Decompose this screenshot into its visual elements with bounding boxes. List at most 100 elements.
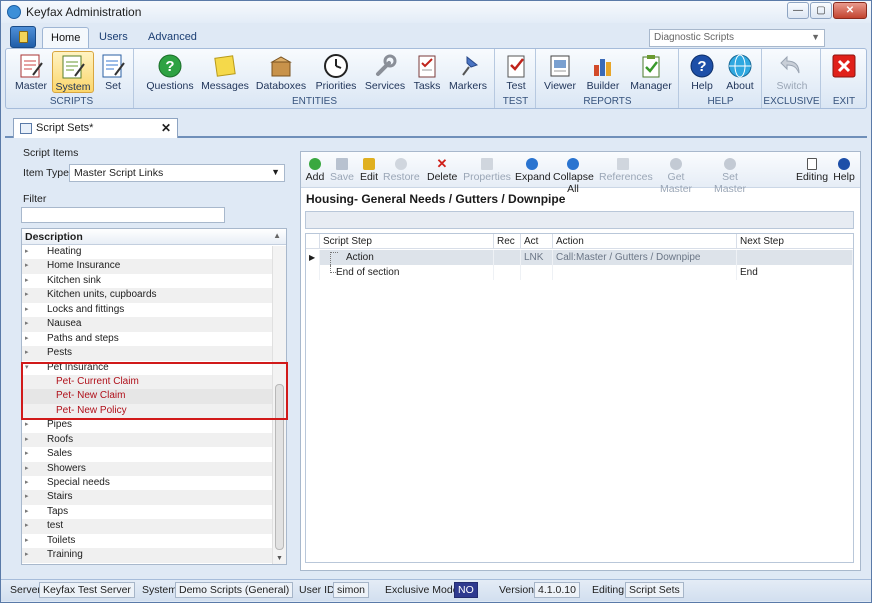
table-row[interactable]: ▶ Action LNK Call:Master / Gutters / Dow… (306, 250, 853, 265)
table-row[interactable]: End of section End (306, 265, 853, 280)
expander-icon[interactable]: ▸ (25, 519, 33, 533)
tree-scrollbar-thumb[interactable] (275, 384, 284, 550)
tab-script-sets[interactable]: Script Sets* ✕ (13, 118, 178, 138)
tree-item[interactable]: ▸ Toilets (22, 534, 286, 548)
expander-icon[interactable]: ▸ (25, 462, 33, 476)
checklist-icon (414, 53, 440, 79)
tab-advanced[interactable]: Advanced (140, 27, 205, 49)
references-button[interactable]: References (599, 158, 653, 186)
system-button[interactable]: System (52, 51, 94, 93)
expander-icon[interactable]: ▸ (25, 418, 33, 432)
tree-item[interactable]: ▸ Showers (22, 461, 286, 476)
minimize-button[interactable]: — (787, 2, 809, 19)
tree-item[interactable]: ▸ Stairs (22, 490, 286, 505)
tree-item[interactable]: ▸ Heating (22, 245, 286, 259)
expander-icon[interactable]: ▸ (25, 433, 33, 447)
tree-item[interactable]: ▸ Roofs (22, 432, 286, 448)
about-button[interactable]: About (722, 51, 758, 93)
delete-button[interactable]: ✕ Delete (427, 157, 457, 186)
add-button[interactable]: Add (304, 158, 326, 186)
tree-child-item[interactable]: Pet- New Claim (22, 389, 286, 404)
tab-users[interactable]: Users (91, 27, 136, 49)
expander-icon[interactable]: ▸ (25, 505, 33, 519)
test-button[interactable]: Test (500, 51, 532, 93)
databoxes-button[interactable]: Databoxes (255, 51, 307, 93)
tree-item[interactable]: ▸ Locks and fittings (22, 303, 286, 317)
tree-item[interactable]: ▸ Kitchen sink (22, 274, 286, 288)
master-button[interactable]: Master (13, 51, 49, 93)
scroll-down-icon[interactable]: ▼ (276, 555, 283, 562)
next-step-column-header[interactable]: Next Step (737, 234, 853, 249)
builder-button[interactable]: Builder (583, 51, 623, 93)
act-cell (521, 265, 553, 280)
expander-icon[interactable]: ▸ (25, 317, 33, 331)
save-button[interactable]: Save (330, 158, 354, 186)
expander-icon[interactable]: ▸ (25, 303, 33, 317)
messages-button[interactable]: Messages (201, 51, 249, 93)
act-column-header[interactable]: Act (521, 234, 553, 249)
tree-item[interactable]: ▸ Nausea (22, 317, 286, 332)
tree-item[interactable]: ▸ test (22, 519, 286, 534)
maximize-button[interactable]: ▢ (810, 2, 832, 19)
services-button[interactable]: Services (363, 51, 407, 93)
group-test-label: TEST (502, 96, 529, 107)
expander-icon[interactable]: ▸ (25, 245, 33, 259)
tree-item[interactable]: ▸ Home Insurance (22, 259, 286, 274)
tree-item[interactable]: ▸ Taps (22, 505, 286, 519)
viewer-button[interactable]: Viewer (543, 51, 577, 93)
set-button[interactable]: Set (98, 51, 128, 93)
tree-item[interactable]: ▸ Pipes (22, 418, 286, 432)
expander-icon[interactable]: ▾ (25, 361, 33, 375)
exclusive-mode-label: Exclusive Mode (385, 584, 459, 596)
questions-button[interactable]: ? Questions (145, 51, 195, 93)
exit-button[interactable] (829, 51, 859, 93)
application-menu-button[interactable] (10, 26, 36, 48)
tree-child-item[interactable]: Pet- Current Claim (22, 374, 286, 390)
tree-item[interactable]: ▾ Pet Insurance (22, 361, 286, 375)
expander-icon[interactable]: ▸ (25, 476, 33, 490)
tree-item[interactable]: ▸ Kitchen units, cupboards (22, 288, 286, 303)
tasks-button[interactable]: Tasks (411, 51, 443, 93)
close-tab-icon[interactable]: ✕ (161, 121, 171, 135)
expand-button[interactable]: Expand (515, 158, 551, 186)
expander-icon[interactable]: ▸ (25, 259, 33, 273)
expander-icon[interactable]: ▸ (25, 447, 33, 461)
expander-icon[interactable]: ▸ (25, 332, 33, 346)
action-column-header[interactable]: Action (553, 234, 737, 249)
script-type-dropdown[interactable]: Diagnostic Scripts ▼ (649, 29, 825, 47)
expander-icon[interactable]: ▸ (25, 274, 33, 288)
tree-scrollbar[interactable]: ▼ (272, 246, 286, 564)
restore-button[interactable]: Restore (383, 158, 420, 186)
tree-item[interactable]: ▸ Training (22, 548, 286, 563)
manager-button[interactable]: Manager (629, 51, 673, 93)
switch-button[interactable]: Switch (773, 51, 811, 93)
rec-column-header[interactable]: Rec (494, 234, 521, 249)
tree-item[interactable]: ▸ Pests (22, 346, 286, 361)
get-master-button[interactable]: Get Master (652, 158, 700, 195)
tree-item[interactable]: ▸ Paths and steps (22, 332, 286, 346)
collapse-all-button[interactable]: Collapse All (553, 158, 594, 195)
description-column-header[interactable]: Description ▲ (22, 229, 286, 245)
tree-item[interactable]: ▸ Sales (22, 447, 286, 461)
set-master-button[interactable]: Set Master (706, 158, 754, 195)
tab-home[interactable]: Home (42, 27, 90, 49)
edit-button[interactable]: Edit (358, 158, 380, 186)
script-step-column-header[interactable]: Script Step (320, 234, 494, 249)
filter-input[interactable] (21, 207, 225, 223)
item-type-select[interactable]: Master Script Links ▼ (69, 164, 285, 182)
properties-button[interactable]: Properties (463, 158, 511, 186)
expander-icon[interactable]: ▸ (25, 548, 33, 562)
close-window-button[interactable]: ✕ (833, 2, 867, 19)
priorities-button[interactable]: Priorities (313, 51, 359, 93)
expander-icon[interactable]: ▸ (25, 490, 33, 504)
help-button[interactable]: ? Help (686, 51, 718, 93)
expander-icon[interactable]: ▸ (25, 534, 33, 548)
markers-button[interactable]: Markers (447, 51, 489, 93)
expander-icon[interactable]: ▸ (25, 288, 33, 302)
toolbar-help-button[interactable]: Help (832, 158, 856, 186)
tree-child-item[interactable]: Pet- New Policy (22, 403, 286, 419)
expander-icon[interactable]: ▸ (25, 346, 33, 360)
tree-item-label: Training (47, 549, 83, 561)
editing-button[interactable]: Editing (795, 158, 829, 186)
tree-item[interactable]: ▸ Special needs (22, 476, 286, 490)
